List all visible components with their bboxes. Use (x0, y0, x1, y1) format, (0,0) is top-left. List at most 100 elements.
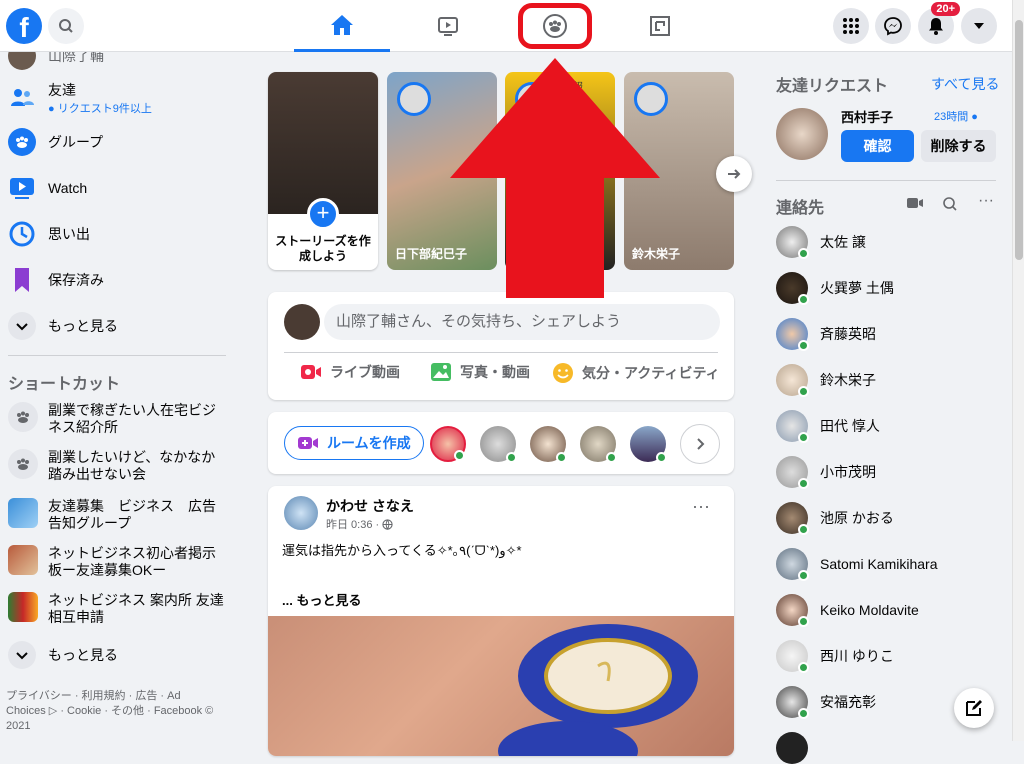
post-time[interactable]: 昨日 0:36 · (326, 516, 379, 532)
tab-watch[interactable] (400, 0, 496, 52)
post-image[interactable] (268, 616, 734, 756)
contact-item[interactable]: 火巽夢 土偶 (776, 272, 894, 305)
menu-button[interactable] (833, 8, 869, 44)
sidebar-item-watch[interactable]: Watch (8, 174, 87, 202)
sidebar-item-label: もっと見る (48, 318, 118, 334)
composer-input[interactable]: 山際了輔さん、その気持ち、シェアしよう (324, 304, 720, 340)
avatar[interactable] (530, 426, 567, 463)
groups-icon (8, 402, 38, 432)
live-video-icon (301, 365, 321, 379)
friend-requests-count: ● リクエスト9件以上 (48, 103, 152, 115)
shortcuts-see-more[interactable]: もっと見る (8, 641, 118, 669)
avatar (776, 410, 809, 443)
create-room-label: ルームを作成 (327, 435, 411, 451)
contact-item[interactable]: 鈴木栄子 (776, 364, 876, 397)
rooms-next-button[interactable] (680, 424, 720, 464)
avatar[interactable] (430, 426, 466, 462)
contact-item[interactable]: 西川 ゆりこ (776, 640, 894, 673)
scrollbar-thumb[interactable] (1015, 20, 1023, 260)
avatar[interactable] (580, 426, 617, 463)
contact-item[interactable]: 太佐 譲 (776, 226, 866, 259)
avatar (776, 272, 809, 305)
post-options-button[interactable]: ··· (692, 496, 710, 517)
bookmark-icon (8, 266, 36, 294)
create-room-button[interactable]: ルームを作成 (284, 426, 424, 460)
contacts-options-button[interactable]: ··· (978, 192, 994, 210)
sidebar-item-groups[interactable]: グループ (8, 128, 103, 156)
contact-item[interactable]: Satomi Kamikihara (776, 548, 938, 581)
tab-home[interactable] (294, 0, 390, 52)
shortcut-item[interactable]: 副業で稼ぎたい人在宅ビジネス紹介所 (8, 402, 228, 436)
see-all-link[interactable]: すべて見る (931, 74, 999, 94)
plus-icon: + (307, 198, 339, 230)
post-body: 運気は指先から入ってくる✧*｡٩(ˊᗜˋ*)و✧* (282, 543, 522, 558)
facebook-logo[interactable]: f (6, 8, 42, 44)
globe-icon (382, 518, 393, 530)
sidebar-item-memories[interactable]: 思い出 (8, 220, 90, 248)
avatar[interactable] (284, 496, 318, 530)
post-author[interactable]: かわせ さなえ (326, 496, 414, 516)
avatar[interactable] (630, 426, 667, 463)
feeling-activity-button[interactable]: 気分・アクティビティ (552, 362, 720, 384)
live-video-button[interactable]: ライブ動画 (300, 362, 400, 382)
see-more-link[interactable]: ... もっと見る (282, 590, 361, 609)
shortcut-label: 友達募集 ビジネス 広告告知グループ (48, 498, 216, 531)
shortcut-item[interactable]: 副業したいけど、なかなか踏み出せない会 (8, 449, 228, 483)
more-options-icon: ··· (692, 496, 710, 516)
avatar (397, 82, 431, 116)
stories-next-button[interactable] (716, 156, 752, 192)
contact-item[interactable]: 池原 かおる (776, 502, 894, 535)
contact-item[interactable]: Keiko Moldavite (776, 594, 919, 627)
avatar (776, 364, 809, 397)
contact-item[interactable]: 田代 惇人 (776, 410, 880, 443)
sidebar-item-label: 山際了輔 (48, 52, 104, 64)
scrollbar[interactable] (1012, 0, 1024, 741)
contact-item[interactable]: 小市茂明 (776, 456, 876, 489)
messenger-button[interactable] (875, 8, 911, 44)
tab-gaming[interactable] (612, 0, 708, 52)
avatar[interactable] (776, 732, 808, 764)
photo-video-button[interactable]: 写真・動画 (430, 362, 530, 382)
left-sidebar: 山際了輔 友達 ● リクエスト9件以上 グループ Watch 思い出 保存済み (0, 52, 236, 741)
rooms-bar: ルームを作成 (268, 412, 734, 474)
sidebar-item-saved[interactable]: 保存済み (8, 266, 104, 294)
shortcut-item[interactable]: ネットビジネス 案内所 友達相互申請 (8, 592, 228, 626)
online-indicator (798, 248, 809, 259)
account-button[interactable] (961, 8, 997, 44)
notifications-button[interactable]: 20+ (918, 2, 960, 44)
new-message-button[interactable] (954, 688, 994, 728)
sidebar-item-profile[interactable]: 山際了輔 (8, 52, 104, 70)
divider (776, 180, 996, 181)
contact-item[interactable]: 安福充彰 (776, 686, 876, 719)
contact-item[interactable]: 斉藤英昭 (776, 318, 876, 351)
right-sidebar: 友達リクエスト すべて見る 西村手子 23時間 ● 確認 削除する 連絡先 ··… (766, 52, 1002, 764)
avatar (776, 548, 809, 581)
request-name[interactable]: 西村手子 (841, 107, 893, 126)
delete-button[interactable]: 削除する (921, 130, 996, 162)
online-indicator (656, 452, 667, 463)
sidebar-item-see-more[interactable]: もっと見る (8, 312, 118, 340)
sidebar-item-friends[interactable]: 友達 ● リクエスト9件以上 (8, 80, 152, 116)
avatar[interactable] (776, 108, 828, 160)
search-button[interactable] (48, 8, 84, 44)
notification-badge: 20+ (931, 2, 960, 16)
shortcut-item[interactable]: ネットビジネス初心者掲示板ー友達募集OKー (8, 545, 228, 579)
video-plus-icon (298, 437, 318, 449)
footer-links[interactable]: プライバシー · 利用規約 · 広告 · Ad Choices ▷ · Cook… (6, 689, 221, 734)
avatar[interactable] (480, 426, 517, 463)
sidebar-item-label: グループ (48, 134, 104, 150)
sidebar-item-label: Watch (48, 180, 88, 196)
search-icon (943, 197, 957, 211)
feeling-activity-label: 気分・アクティビティ (582, 365, 720, 381)
shortcut-item[interactable]: 友達募集 ビジネス 広告告知グループ (8, 498, 228, 532)
grid-menu-icon (843, 18, 859, 34)
create-story-card[interactable]: + ストーリーズを作成しよう (268, 72, 378, 270)
shortcut-label: ネットビジネス初心者掲示板ー友達募集OKー (48, 545, 216, 578)
search-contacts-button[interactable] (942, 196, 958, 217)
online-indicator (798, 616, 809, 627)
confirm-button[interactable]: 確認 (841, 130, 914, 162)
online-indicator (606, 452, 617, 463)
top-navigation-bar: f 20+ (0, 0, 1012, 52)
online-indicator (798, 662, 809, 673)
new-room-button[interactable] (906, 196, 924, 215)
